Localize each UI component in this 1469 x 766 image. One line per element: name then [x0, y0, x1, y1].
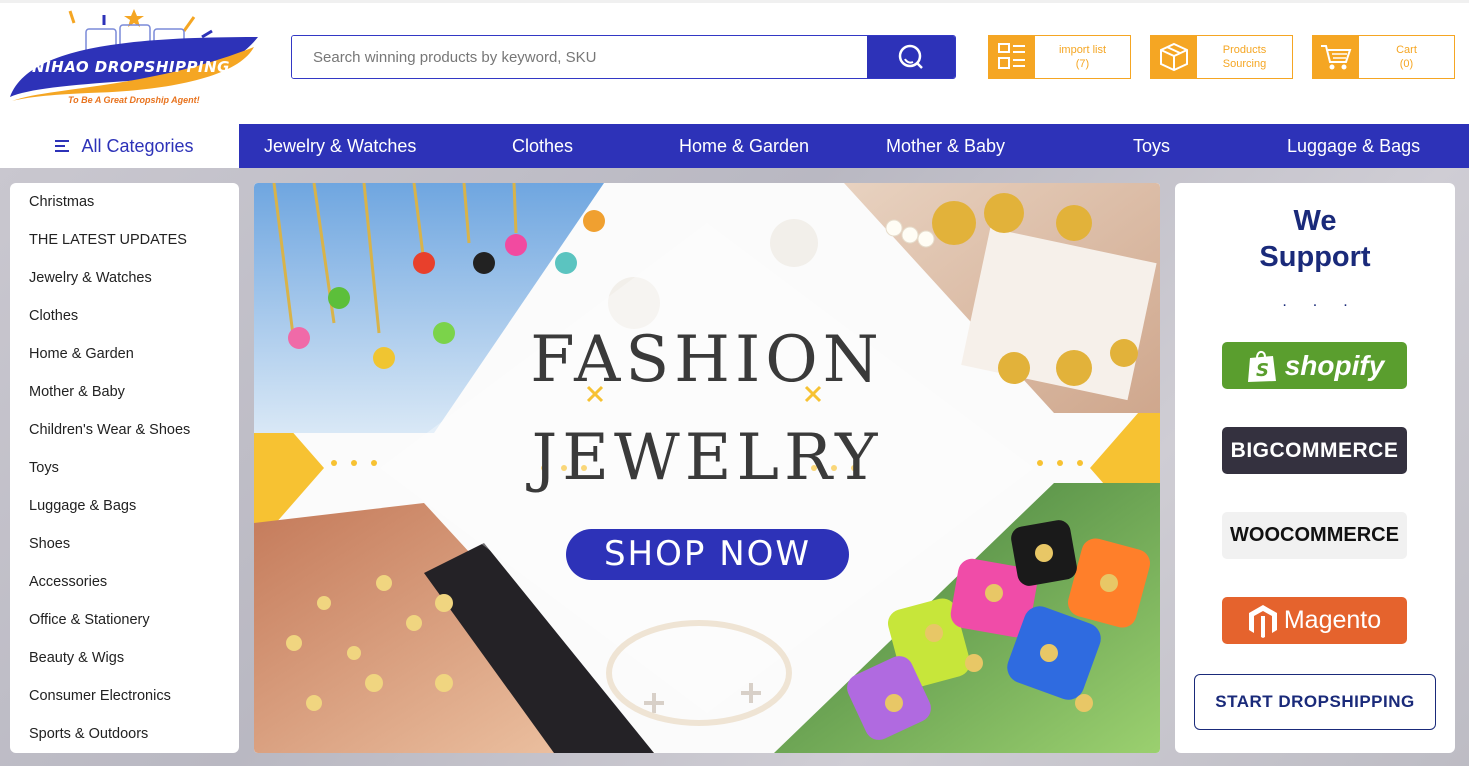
- all-categories-label: All Categories: [81, 135, 194, 156]
- shopify-logo[interactable]: S shopify: [1222, 342, 1407, 389]
- sourcing-label-2: Sourcing: [1222, 58, 1267, 70]
- support-dots: ...: [1282, 293, 1374, 310]
- cart-button[interactable]: Cart (0): [1312, 35, 1455, 79]
- list-icon: [989, 36, 1035, 78]
- sidebar-item-clothes[interactable]: Clothes: [10, 306, 239, 344]
- woocommerce-logo[interactable]: WOOCOMMERCE: [1222, 512, 1407, 559]
- import-list-count: (7): [1075, 58, 1090, 70]
- logo-tagline: To Be A Great Dropship Agent!: [68, 95, 200, 105]
- sidebar-item-accessories[interactable]: Accessories: [10, 572, 239, 610]
- category-nav: All Categories Jewelry & Watches Clothes…: [10, 124, 1469, 168]
- banner-title-line1: FASHION: [530, 323, 884, 397]
- bigcommerce-logo[interactable]: BIGCOMMERCE: [1222, 427, 1407, 474]
- logo-name: NIHAO DROPSHIPPING: [32, 58, 230, 76]
- shopify-bag-icon: S: [1247, 350, 1276, 382]
- sidebar-item-luggage-bags[interactable]: Luggage & Bags: [10, 496, 239, 534]
- sidebar-item-office-stationery[interactable]: Office & Stationery: [10, 610, 239, 648]
- sidebar-item-shoes[interactable]: Shoes: [10, 534, 239, 572]
- magento-icon: [1248, 604, 1277, 638]
- sidebar-item-sports-outdoors[interactable]: Sports & Outdoors: [10, 724, 239, 762]
- support-title: We Support: [1175, 203, 1455, 275]
- nav-item-jewelry-watches[interactable]: Jewelry & Watches: [264, 124, 416, 168]
- nav-item-luggage-bags[interactable]: Luggage & Bags: [1287, 124, 1420, 168]
- category-sidebar: Christmas THE LATEST UPDATES Jewelry & W…: [10, 183, 239, 753]
- sidebar-item-toys[interactable]: Toys: [10, 458, 239, 496]
- import-list-label: import list: [1058, 44, 1107, 56]
- shop-now-button[interactable]: SHOP NOW: [566, 529, 849, 580]
- nav-item-mother-baby[interactable]: Mother & Baby: [886, 124, 1005, 168]
- search-input[interactable]: [292, 36, 867, 78]
- search-icon: [898, 44, 923, 69]
- sidebar-item-latest-updates[interactable]: THE LATEST UPDATES: [10, 230, 239, 268]
- support-title-line1: We: [1293, 205, 1337, 237]
- sidebar-item-home-garden[interactable]: Home & Garden: [10, 344, 239, 382]
- sidebar-item-mother-baby[interactable]: Mother & Baby: [10, 382, 239, 420]
- search-button[interactable]: [867, 36, 955, 78]
- banner-title-line2: JEWELRY: [531, 421, 883, 495]
- cart-count: (0): [1399, 58, 1414, 70]
- support-title-line2: Support: [1259, 241, 1371, 273]
- products-sourcing-button[interactable]: Products Sourcing: [1150, 35, 1293, 79]
- sidebar-item-jewelry-watches[interactable]: Jewelry & Watches: [10, 268, 239, 306]
- site-logo[interactable]: NIHAO DROPSHIPPING To Be A Great Dropshi…: [8, 7, 262, 111]
- sidebar-item-christmas[interactable]: Christmas: [10, 192, 239, 230]
- cart-icon: [1313, 36, 1359, 78]
- magento-logo[interactable]: Magento: [1222, 597, 1407, 644]
- nav-item-home-garden[interactable]: Home & Garden: [679, 124, 809, 168]
- svg-text:S: S: [1256, 360, 1269, 381]
- sidebar-item-beauty-wigs[interactable]: Beauty & Wigs: [10, 648, 239, 686]
- shopify-label: shopify: [1284, 349, 1385, 381]
- import-list-button[interactable]: import list (7): [988, 35, 1131, 79]
- cart-label: Cart: [1396, 44, 1417, 56]
- search-bar: [291, 35, 956, 79]
- hero-banner[interactable]: FASHION JEWELRY SHOP NOW: [254, 183, 1160, 753]
- nav-item-toys[interactable]: Toys: [1133, 124, 1170, 168]
- sidebar-item-consumer-electronics[interactable]: Consumer Electronics: [10, 686, 239, 724]
- all-categories-button[interactable]: All Categories: [10, 124, 239, 168]
- start-dropshipping-button[interactable]: START DROPSHIPPING: [1194, 674, 1436, 730]
- site-header: NIHAO DROPSHIPPING To Be A Great Dropshi…: [0, 0, 1469, 124]
- box-icon: [1151, 36, 1197, 78]
- nav-item-clothes[interactable]: Clothes: [512, 124, 573, 168]
- bigcommerce-label: BIGCOMMERCE: [1230, 438, 1399, 462]
- sidebar-item-childrens-wear-shoes[interactable]: Children's Wear & Shoes: [10, 420, 239, 458]
- woocommerce-label: WOOCOMMERCE: [1230, 524, 1399, 546]
- sourcing-label-1: Products: [1222, 44, 1267, 56]
- menu-icon: [55, 140, 70, 152]
- support-panel: We Support ... S shopify BIGCOMMERCE WOO…: [1175, 183, 1455, 753]
- magento-label: Magento: [1283, 606, 1382, 634]
